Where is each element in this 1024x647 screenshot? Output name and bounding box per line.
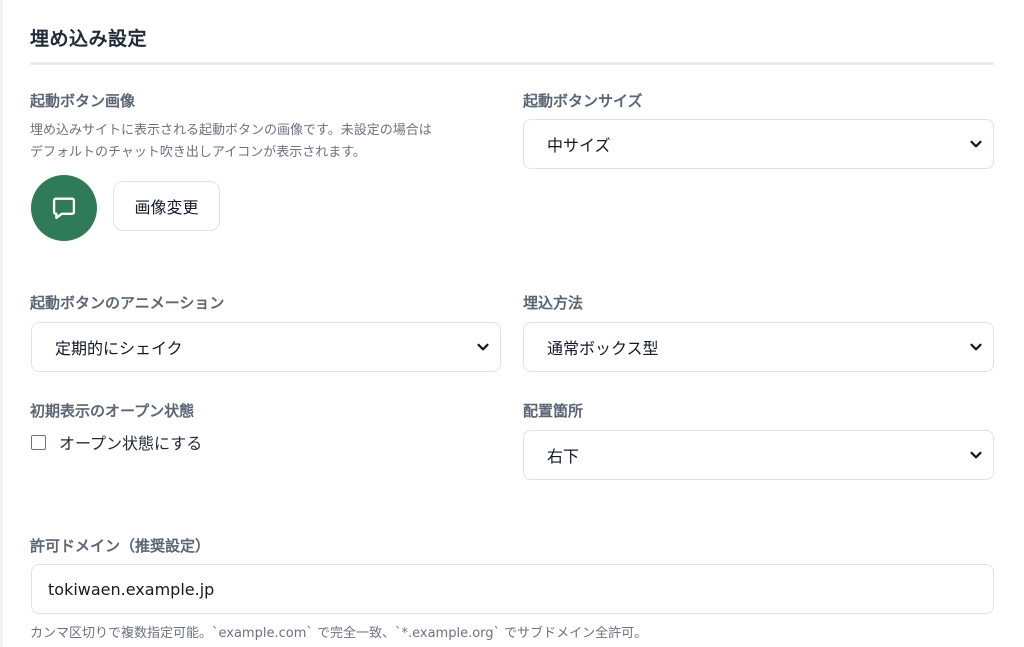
launcher-preview [31, 175, 97, 241]
placement-value: 右下 [547, 447, 580, 466]
description-line-1: 埋め込みサイトに表示される起動ボタンの画像です。未設定の場合は [30, 123, 432, 138]
launcher-image-description: 埋め込みサイトに表示される起動ボタンの画像です。未設定の場合は デフォルトのチャ… [30, 120, 510, 164]
allowed-domains-hint: カンマ区切りで複数指定可能。`example.com` で完全一致、`*.exa… [30, 626, 648, 641]
launcher-animation-select[interactable]: 定期的にシェイク [31, 322, 501, 372]
chevron-down-icon [970, 451, 982, 459]
launcher-size-value: 中サイズ [547, 136, 611, 155]
embed-method-value: 通常ボックス型 [547, 339, 659, 358]
chat-bubble-icon [52, 197, 76, 220]
launcher-animation-value: 定期的にシェイク [55, 339, 183, 358]
section-divider [30, 62, 994, 65]
launcher-animation-label: 起動ボタンのアニメーション [30, 294, 225, 312]
chevron-down-icon [477, 343, 489, 351]
initial-open-label: 初期表示のオープン状態 [30, 402, 195, 420]
embed-method-select[interactable]: 通常ボックス型 [523, 322, 994, 372]
placement-label: 配置箇所 [523, 402, 584, 420]
open-state-checkbox-label[interactable]: オープン状態にする [59, 430, 202, 454]
description-line-2: デフォルトのチャット吹き出しアイコンが表示されます。 [30, 145, 366, 160]
open-state-checkbox[interactable] [31, 434, 46, 450]
allowed-domains-input[interactable]: tokiwaen.example.jp [31, 564, 994, 614]
left-border [0, 0, 3, 647]
launcher-size-select[interactable]: 中サイズ [523, 119, 994, 169]
chevron-down-icon [970, 140, 982, 148]
open-state-checkbox-row[interactable]: オープン状態にする [31, 430, 202, 454]
launcher-image-label: 起動ボタン画像 [30, 92, 136, 110]
allowed-domains-value: tokiwaen.example.jp [48, 579, 215, 599]
change-image-button[interactable]: 画像変更 [113, 181, 220, 231]
placement-select[interactable]: 右下 [523, 430, 994, 480]
section-title: 埋め込み設定 [30, 28, 148, 50]
allowed-domains-label: 許可ドメイン（推奨設定） [30, 537, 211, 555]
launcher-size-label: 起動ボタンサイズ [523, 92, 643, 110]
chevron-down-icon [970, 343, 982, 351]
embed-method-label: 埋込方法 [523, 294, 584, 312]
